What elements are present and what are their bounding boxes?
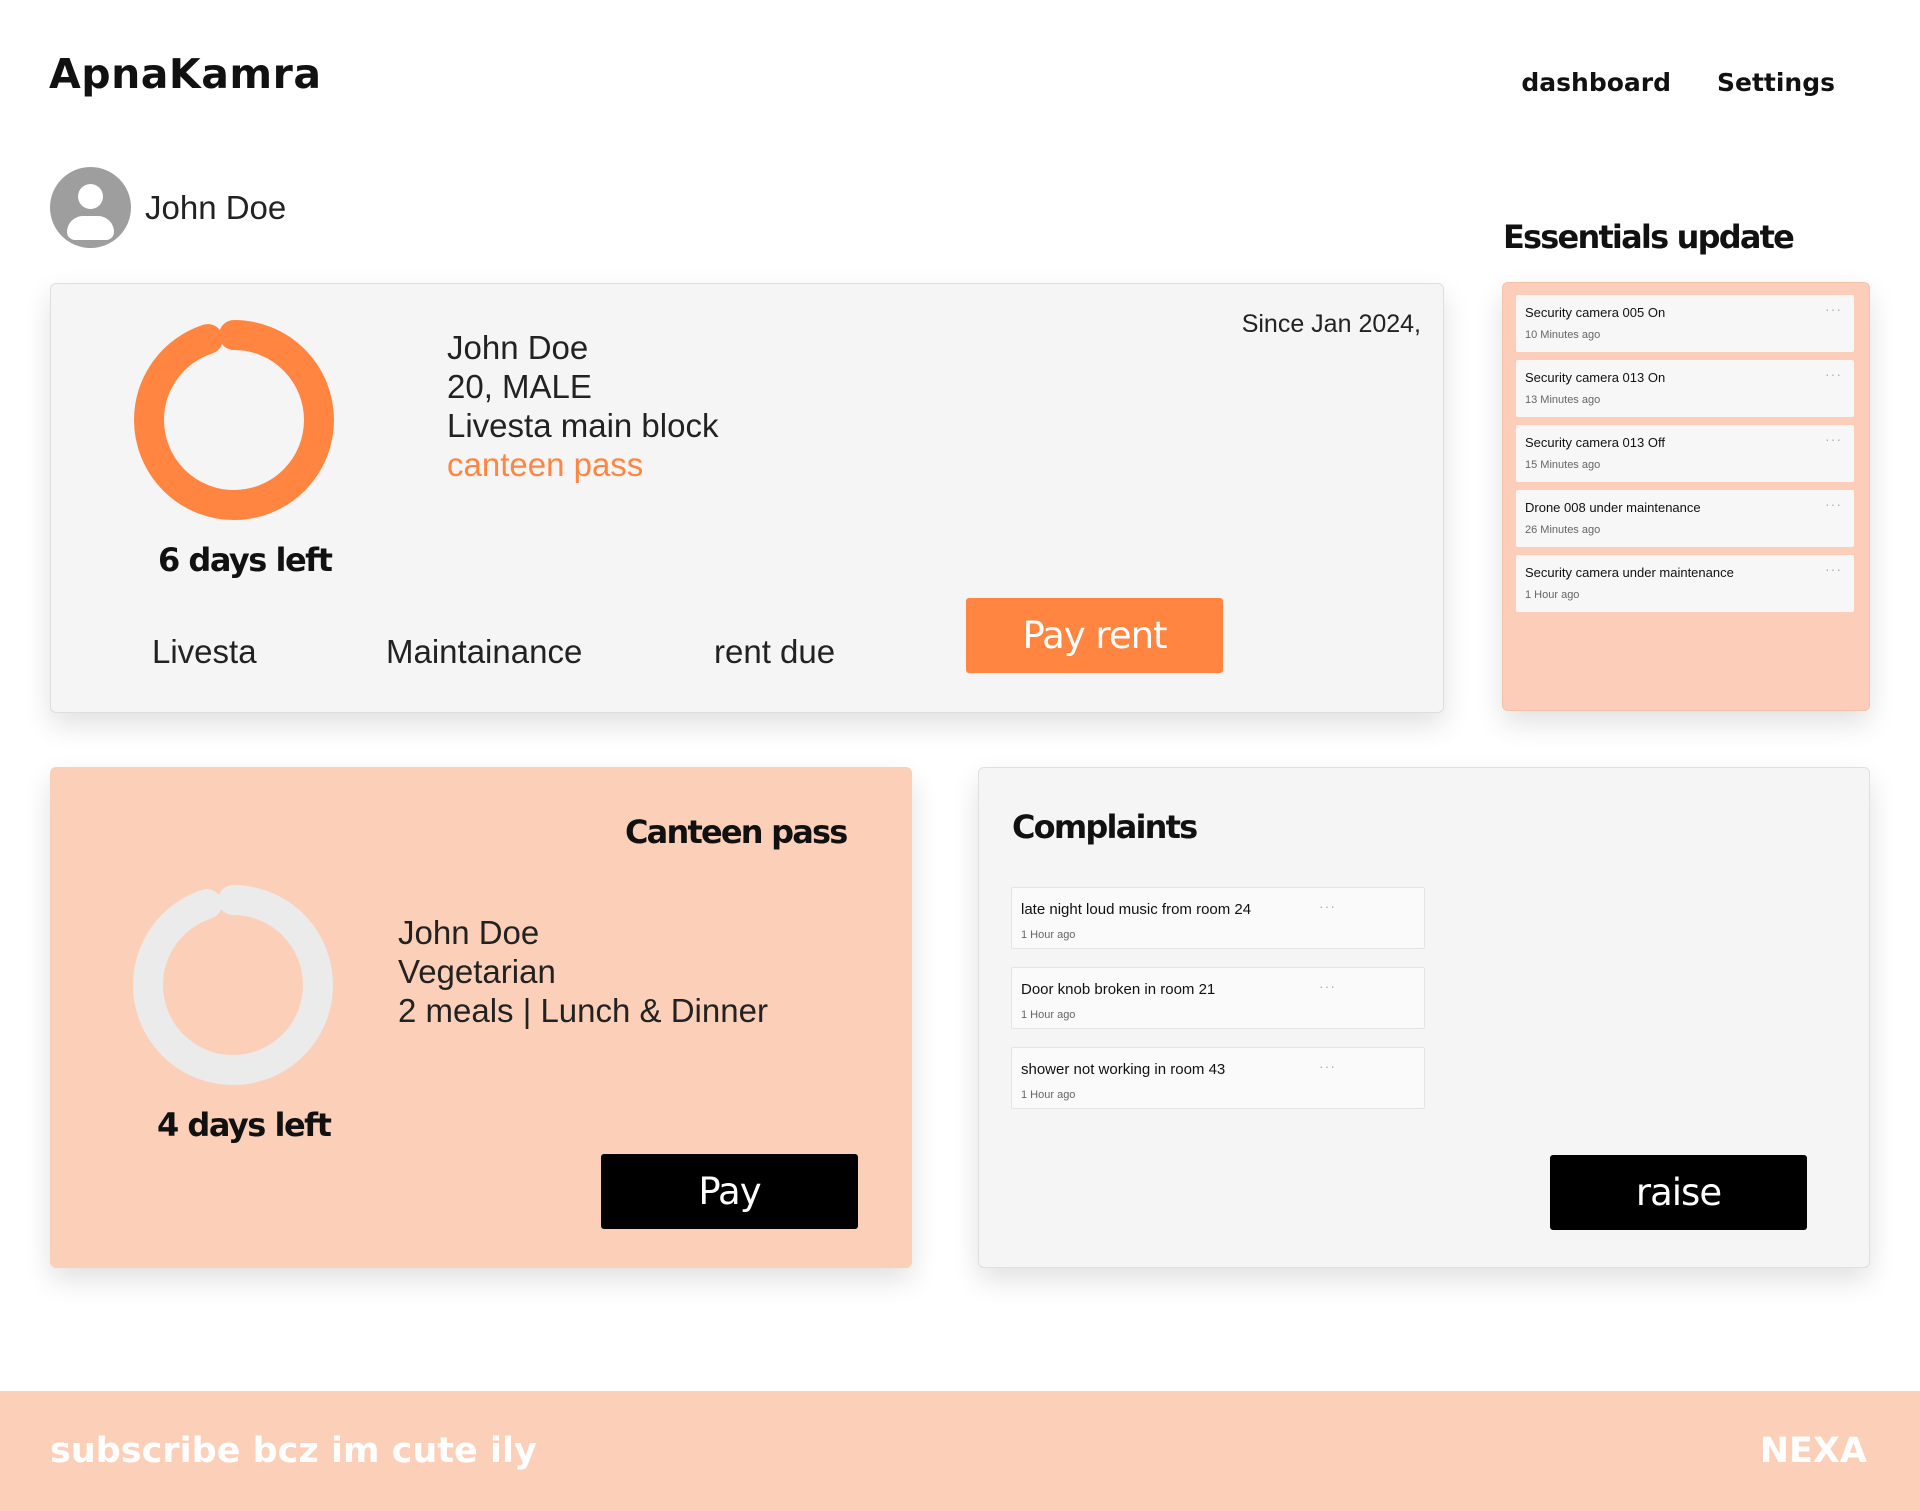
rent-progress-ring bbox=[134, 320, 334, 520]
more-options-icon[interactable]: ··· bbox=[1319, 1058, 1336, 1074]
raise-complaint-button[interactable]: raise bbox=[1550, 1155, 1807, 1230]
user-name: John Doe bbox=[145, 188, 287, 226]
more-options-icon[interactable]: ··· bbox=[1825, 366, 1842, 382]
since-date: Since Jan 2024, bbox=[1241, 310, 1421, 338]
canteen-title: Canteen pass bbox=[625, 813, 848, 851]
summary-livesta: Livesta bbox=[152, 633, 257, 670]
more-options-icon[interactable]: ··· bbox=[1825, 301, 1842, 317]
rent-days-left: 6 days left bbox=[158, 541, 333, 579]
complaints-card: Complaints late night loud music from ro… bbox=[978, 767, 1870, 1268]
pay-rent-button[interactable]: Pay rent bbox=[966, 598, 1223, 673]
summary-rent-due: rent due bbox=[714, 633, 836, 670]
summary-maintenance: Maintainance bbox=[386, 633, 583, 670]
rent-info-pass-link[interactable]: canteen pass bbox=[447, 445, 718, 484]
top-nav: dashboard Settings bbox=[1521, 68, 1835, 97]
app-logo[interactable]: ApnaKamra bbox=[49, 50, 321, 98]
canteen-days-left: 4 days left bbox=[157, 1106, 332, 1144]
rent-info-block: Livesta main block bbox=[447, 407, 719, 444]
nav-settings-link[interactable]: Settings bbox=[1717, 68, 1835, 97]
rent-info-age-gender: 20, MALE bbox=[447, 368, 592, 405]
rent-info: John Doe 20, MALE Livesta main block can… bbox=[447, 328, 718, 484]
rent-card: 6 days left John Doe 20, MALE Livesta ma… bbox=[50, 283, 1444, 713]
page: ApnaKamra dashboard Settings John Doe 6 … bbox=[0, 0, 1920, 1511]
essentials-item[interactable]: Security camera under maintenance 1 Hour… bbox=[1516, 555, 1854, 612]
essentials-item[interactable]: Security camera 005 On 10 Minutes ago ··… bbox=[1516, 295, 1854, 352]
canteen-progress-ring bbox=[133, 885, 333, 1085]
complaint-item[interactable]: Door knob broken in room 21 1 Hour ago ·… bbox=[1011, 967, 1425, 1029]
more-options-icon[interactable]: ··· bbox=[1825, 431, 1842, 447]
more-options-icon[interactable]: ··· bbox=[1319, 978, 1336, 994]
canteen-info-meals: 2 meals | Lunch & Dinner bbox=[398, 992, 768, 1029]
essentials-card: Security camera 005 On 10 Minutes ago ··… bbox=[1502, 282, 1870, 711]
footer-brand: NEXA bbox=[1759, 1431, 1867, 1471]
essentials-title: Essentials update bbox=[1503, 218, 1795, 256]
complaint-item[interactable]: shower not working in room 43 1 Hour ago… bbox=[1011, 1047, 1425, 1109]
footer: subscribe bcz im cute ily NEXA bbox=[0, 1391, 1920, 1511]
more-options-icon[interactable]: ··· bbox=[1825, 496, 1842, 512]
essentials-item[interactable]: Drone 008 under maintenance 26 Minutes a… bbox=[1516, 490, 1854, 547]
canteen-pass-card: Canteen pass 4 days left John Doe Vegeta… bbox=[50, 767, 912, 1268]
nav-dashboard-link[interactable]: dashboard bbox=[1521, 68, 1671, 97]
complaint-item[interactable]: late night loud music from room 24 1 Hou… bbox=[1011, 887, 1425, 949]
rent-info-name: John Doe bbox=[447, 329, 589, 366]
more-options-icon[interactable]: ··· bbox=[1825, 561, 1842, 577]
canteen-info-name: John Doe bbox=[398, 914, 540, 951]
more-options-icon[interactable]: ··· bbox=[1319, 898, 1336, 914]
complaints-title: Complaints bbox=[1012, 808, 1198, 846]
essentials-item[interactable]: Security camera 013 Off 15 Minutes ago ·… bbox=[1516, 425, 1854, 482]
canteen-info: John Doe Vegetarian 2 meals | Lunch & Di… bbox=[398, 913, 768, 1030]
essentials-item[interactable]: Security camera 013 On 13 Minutes ago ··… bbox=[1516, 360, 1854, 417]
canteen-pay-button[interactable]: Pay bbox=[601, 1154, 858, 1229]
canteen-info-diet: Vegetarian bbox=[398, 953, 556, 990]
user-profile[interactable]: John Doe bbox=[50, 167, 286, 248]
footer-tagline: subscribe bcz im cute ily bbox=[50, 1431, 537, 1471]
avatar-icon bbox=[50, 167, 131, 248]
